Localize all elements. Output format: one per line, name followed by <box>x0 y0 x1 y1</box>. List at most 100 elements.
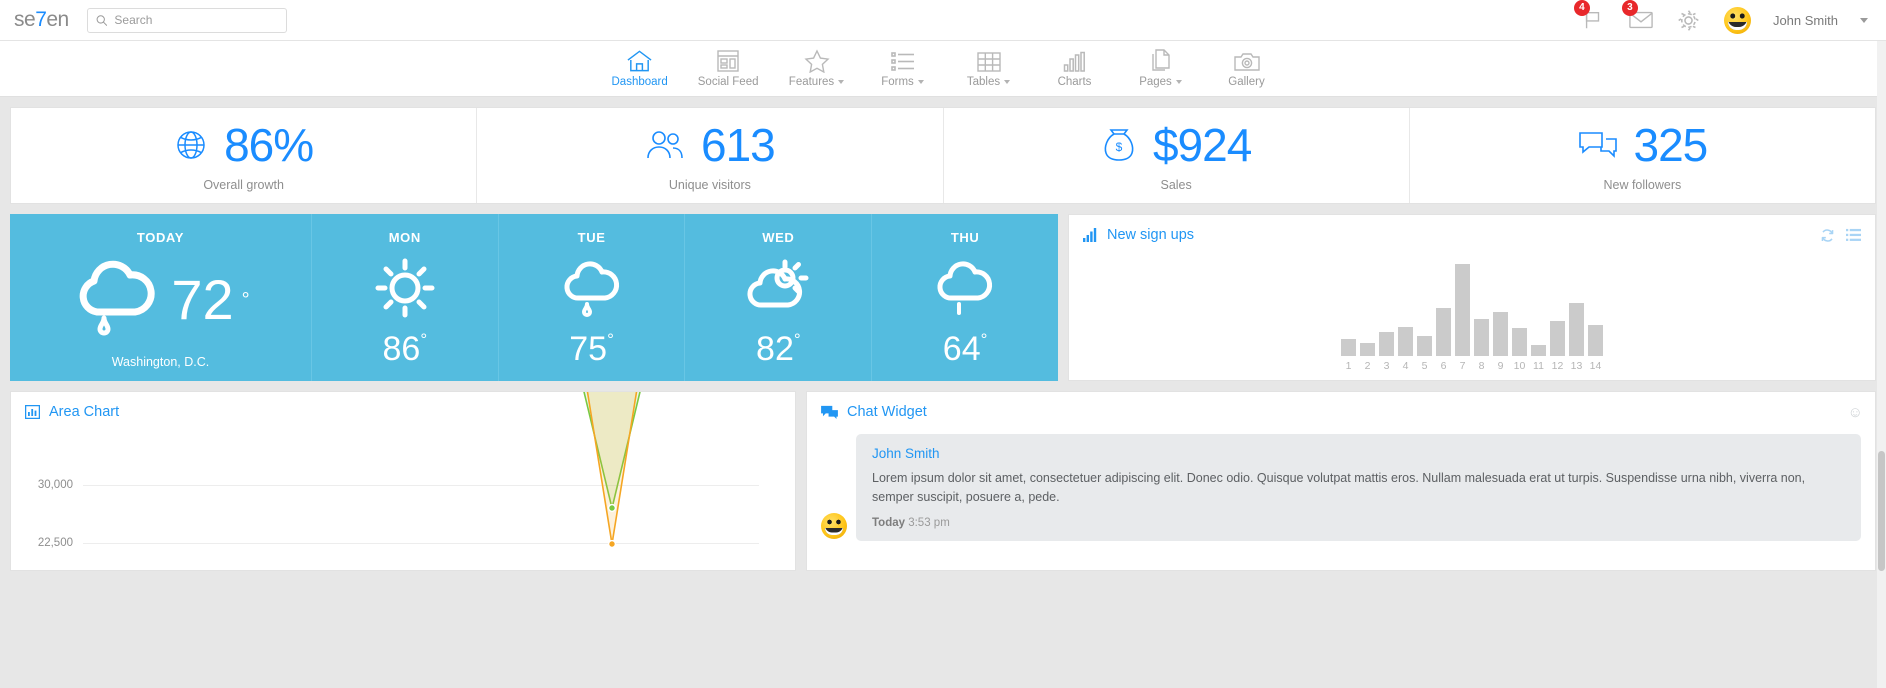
bar-column[interactable] <box>1379 332 1394 356</box>
bar-column[interactable] <box>1493 311 1508 356</box>
brand-logo[interactable]: se7en <box>14 8 69 32</box>
bar-column[interactable] <box>1360 343 1375 356</box>
layout-icon <box>716 47 740 73</box>
chevron-down-icon <box>1175 80 1182 84</box>
weather-temp-row: 75° <box>569 330 614 369</box>
stat-card-new-followers[interactable]: 325 New followers <box>1410 108 1875 203</box>
stat-card-overall-growth[interactable]: 86% Overall growth <box>11 108 478 203</box>
bar-column[interactable] <box>1474 319 1489 356</box>
signups-tools <box>1820 228 1861 243</box>
nav-item-charts[interactable]: Charts <box>1047 47 1103 88</box>
notifications-flag-button[interactable]: 4 <box>1573 0 1606 33</box>
search-icon <box>96 14 108 26</box>
weather-degree: ° <box>793 330 801 349</box>
chat-timestamp: Today 3:53 pm <box>872 517 1845 529</box>
stats-row: 86% Overall growth 613 Unique visitors $ <box>10 107 1876 204</box>
bottom-row: Area Chart 30,000 22,500 Chat Widget ☺ J… <box>10 391 1876 571</box>
bar <box>1493 311 1508 356</box>
bar-column[interactable] <box>1417 335 1432 356</box>
weather-cell-mon[interactable]: MON 86° <box>311 214 499 381</box>
bar-column[interactable] <box>1341 339 1356 356</box>
avatar[interactable] <box>1723 6 1751 34</box>
bar-label: 5 <box>1421 360 1428 372</box>
moneybag-icon: $ <box>1104 129 1134 161</box>
nav-text: Charts <box>1057 76 1092 88</box>
chat-time-value: 3:53 pm <box>908 516 950 529</box>
weather-temp: 72 <box>171 268 234 331</box>
nav-text: Gallery <box>1228 76 1265 88</box>
nav-label: Pages <box>1139 76 1182 88</box>
weather-degree: ° <box>420 330 428 349</box>
bar <box>1436 308 1451 356</box>
mail-badge: 3 <box>1621 0 1638 16</box>
top-bar: se7en 4 3 <box>0 0 1886 41</box>
chevron-down-icon[interactable] <box>1860 17 1868 23</box>
bars-icon <box>1063 47 1087 73</box>
search-input[interactable] <box>114 13 278 27</box>
weather-cell-thu[interactable]: THU 64° <box>872 214 1058 381</box>
bar-column[interactable] <box>1512 328 1527 356</box>
stat-value-row: 325 <box>1410 122 1875 168</box>
bar-column[interactable] <box>1531 344 1546 356</box>
weather-cell-today[interactable]: TODAY 72 ° Washington, D.C. <box>10 214 312 381</box>
globe-icon <box>177 131 205 159</box>
nav-item-forms[interactable]: Forms <box>875 47 931 88</box>
nav-item-pages[interactable]: Pages <box>1133 47 1189 88</box>
list-icon[interactable] <box>1846 228 1861 243</box>
page-scrollbar[interactable] <box>1877 41 1886 688</box>
bar-column[interactable] <box>1569 302 1584 356</box>
weather-location: Washington, D.C. <box>111 355 210 369</box>
bar <box>1550 321 1565 356</box>
stat-card-sales[interactable]: $ $924 Sales <box>944 108 1410 203</box>
stat-card-unique-visitors[interactable]: 613 Unique visitors <box>477 108 944 203</box>
username-label: John Smith <box>1772 12 1838 28</box>
bar-column[interactable] <box>1436 308 1451 356</box>
weather-degree: ° <box>980 330 988 349</box>
weather-icon-wrap <box>561 245 623 330</box>
bar <box>1512 328 1527 356</box>
bar-label: 3 <box>1383 360 1390 372</box>
bar-column[interactable] <box>1455 264 1470 356</box>
weather-cell-tue[interactable]: TUE 75° <box>498 214 686 381</box>
bar-column[interactable] <box>1550 321 1565 356</box>
messages-button[interactable]: 3 <box>1621 0 1654 33</box>
nav-item-tables[interactable]: Tables <box>961 47 1017 88</box>
nav-item-dashboard[interactable]: Dashboard <box>612 47 668 88</box>
bar <box>1531 344 1546 356</box>
nav-item-features[interactable]: Features <box>789 47 845 88</box>
smiley-icon[interactable]: ☺ <box>1848 404 1863 421</box>
stat-value: 613 <box>701 119 776 171</box>
weather-icon-wrap <box>374 245 436 330</box>
brand-part-b: en <box>46 8 69 31</box>
cloud-shower-icon <box>937 260 993 315</box>
data-point <box>607 539 617 549</box>
bar <box>1569 302 1584 356</box>
scrollbar-thumb[interactable] <box>1878 451 1885 571</box>
chat-message: John Smith Lorem ipsum dolor sit amet, c… <box>807 426 1875 541</box>
nav-label: Forms <box>881 76 924 88</box>
home-icon <box>626 47 653 73</box>
bar-column[interactable] <box>1588 324 1603 356</box>
avatar[interactable] <box>821 512 847 539</box>
bar <box>1588 324 1603 356</box>
bar-column[interactable] <box>1398 326 1413 356</box>
stat-value-row: $ $924 <box>944 122 1409 168</box>
weather-day: MON <box>388 230 421 245</box>
weather-day: TODAY <box>136 230 184 245</box>
stat-label: Sales <box>1160 178 1192 192</box>
list-icon <box>890 47 915 73</box>
refresh-icon[interactable] <box>1820 228 1835 243</box>
search-box[interactable] <box>86 7 287 33</box>
sun-cloud-icon <box>747 259 809 308</box>
topbar-actions: 4 3 John Smith <box>1573 0 1872 34</box>
bar-label: 6 <box>1440 360 1447 372</box>
nav-item-social-feed[interactable]: Social Feed <box>698 47 759 88</box>
chat-time-label: Today <box>872 516 906 529</box>
settings-button[interactable] <box>1676 7 1702 33</box>
bar-label: 4 <box>1402 360 1409 372</box>
bar <box>1398 326 1413 356</box>
nav-text: Forms <box>881 76 914 88</box>
nav-item-gallery[interactable]: Gallery <box>1219 47 1275 88</box>
bar <box>1417 335 1432 356</box>
weather-cell-wed[interactable]: WED 82° <box>685 214 873 381</box>
